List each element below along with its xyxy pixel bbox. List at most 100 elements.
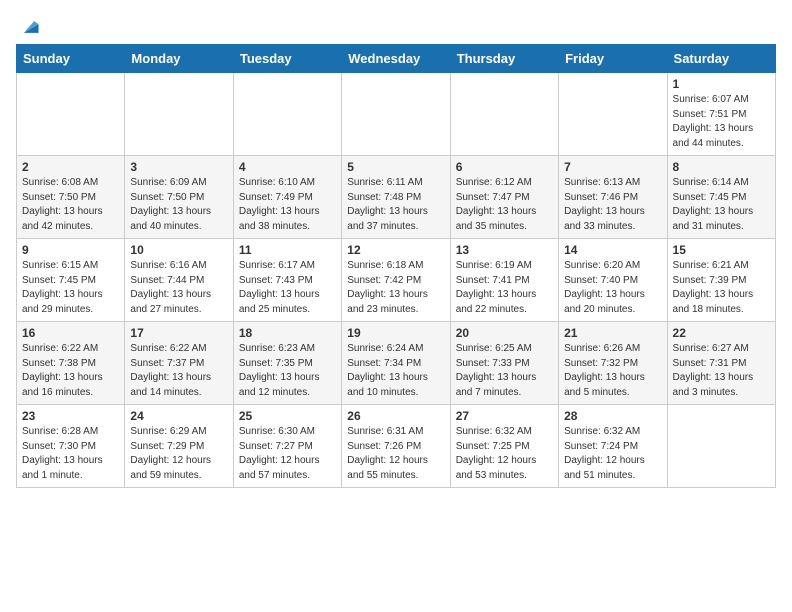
day-info: Sunrise: 6:31 AM Sunset: 7:26 PM Dayligh…: [347, 425, 444, 483]
day-info: Sunrise: 6:15 AM Sunset: 7:45 PM Dayligh…: [22, 259, 119, 317]
calendar-table: SundayMondayTuesdayWednesdayThursdayFrid…: [16, 44, 776, 488]
day-info: Sunrise: 6:10 AM Sunset: 7:49 PM Dayligh…: [239, 176, 336, 234]
day-number: 18: [239, 326, 336, 340]
calendar-cell: 21 Sunrise: 6:26 AM Sunset: 7:32 PM Dayli…: [559, 322, 667, 405]
day-number: 19: [347, 326, 444, 340]
calendar-cell: 15Sunrise: 6:21 AM Sunset: 7:39 PM Dayli…: [667, 239, 775, 322]
calendar-cell: 2 Sunrise: 6:08 AM Sunset: 7:50 PM Daylig…: [17, 156, 125, 239]
calendar-week-row: 2 Sunrise: 6:08 AM Sunset: 7:50 PM Daylig…: [17, 156, 776, 239]
calendar-cell: 12 Sunrise: 6:18 AM Sunset: 7:42 PM Dayli…: [342, 239, 450, 322]
day-number: 23: [22, 409, 119, 423]
day-number: 3: [130, 160, 227, 174]
day-number: 7: [564, 160, 661, 174]
day-number: 22: [673, 326, 770, 340]
day-info: Sunrise: 6:20 AM Sunset: 7:40 PM Dayligh…: [564, 259, 661, 317]
day-number: 14: [564, 243, 661, 257]
day-info: Sunrise: 6:29 AM Sunset: 7:29 PM Dayligh…: [130, 425, 227, 483]
page-header: [16, 16, 776, 34]
calendar-cell: 5 Sunrise: 6:11 AM Sunset: 7:48 PM Daylig…: [342, 156, 450, 239]
day-info: Sunrise: 6:09 AM Sunset: 7:50 PM Dayligh…: [130, 176, 227, 234]
calendar-cell: [17, 73, 125, 156]
day-number: 21: [564, 326, 661, 340]
day-number: 6: [456, 160, 553, 174]
logo: [16, 16, 40, 34]
day-info: Sunrise: 6:14 AM Sunset: 7:45 PM Dayligh…: [673, 176, 770, 234]
day-number: 16: [22, 326, 119, 340]
day-number: 2: [22, 160, 119, 174]
calendar-cell: [342, 73, 450, 156]
calendar-week-row: 1 Sunrise: 6:07 AM Sunset: 7:51 PM Daylig…: [17, 73, 776, 156]
calendar-cell: [450, 73, 558, 156]
calendar-cell: 10 Sunrise: 6:16 AM Sunset: 7:44 PM Dayli…: [125, 239, 233, 322]
day-info: Sunrise: 6:22 AM Sunset: 7:37 PM Dayligh…: [130, 342, 227, 400]
calendar-cell: 17 Sunrise: 6:22 AM Sunset: 7:37 PM Dayli…: [125, 322, 233, 405]
day-info: Sunrise: 6:28 AM Sunset: 7:30 PM Dayligh…: [22, 425, 119, 483]
calendar-cell: 11Sunrise: 6:17 AM Sunset: 7:43 PM Dayli…: [233, 239, 341, 322]
calendar-cell: 13 Sunrise: 6:19 AM Sunset: 7:41 PM Dayli…: [450, 239, 558, 322]
day-info: Sunrise: 6:17 AM Sunset: 7:43 PM Dayligh…: [239, 259, 336, 317]
calendar-cell: 27Sunrise: 6:32 AM Sunset: 7:25 PM Dayli…: [450, 405, 558, 488]
day-number: 28: [564, 409, 661, 423]
calendar-week-row: 9 Sunrise: 6:15 AM Sunset: 7:45 PM Daylig…: [17, 239, 776, 322]
calendar-cell: [125, 73, 233, 156]
calendar-cell: 28 Sunrise: 6:32 AM Sunset: 7:24 PM Dayli…: [559, 405, 667, 488]
calendar-header-monday: Monday: [125, 45, 233, 73]
day-info: Sunrise: 6:08 AM Sunset: 7:50 PM Dayligh…: [22, 176, 119, 234]
day-info: Sunrise: 6:32 AM Sunset: 7:24 PM Dayligh…: [564, 425, 661, 483]
calendar-cell: 9 Sunrise: 6:15 AM Sunset: 7:45 PM Daylig…: [17, 239, 125, 322]
calendar-cell: 6 Sunrise: 6:12 AM Sunset: 7:47 PM Daylig…: [450, 156, 558, 239]
day-number: 5: [347, 160, 444, 174]
calendar-header-thursday: Thursday: [450, 45, 558, 73]
day-number: 9: [22, 243, 119, 257]
calendar-cell: 16Sunrise: 6:22 AM Sunset: 7:38 PM Dayli…: [17, 322, 125, 405]
day-info: Sunrise: 6:07 AM Sunset: 7:51 PM Dayligh…: [673, 93, 770, 151]
calendar-cell: 19 Sunrise: 6:24 AM Sunset: 7:34 PM Dayli…: [342, 322, 450, 405]
calendar-cell: [667, 405, 775, 488]
day-info: Sunrise: 6:25 AM Sunset: 7:33 PM Dayligh…: [456, 342, 553, 400]
calendar-cell: 4 Sunrise: 6:10 AM Sunset: 7:49 PM Daylig…: [233, 156, 341, 239]
day-info: Sunrise: 6:32 AM Sunset: 7:25 PM Dayligh…: [456, 425, 553, 483]
calendar-cell: [559, 73, 667, 156]
day-number: 8: [673, 160, 770, 174]
day-number: 1: [673, 77, 770, 91]
day-number: 4: [239, 160, 336, 174]
day-info: Sunrise: 6:26 AM Sunset: 7:32 PM Dayligh…: [564, 342, 661, 400]
calendar-cell: 20 Sunrise: 6:25 AM Sunset: 7:33 PM Dayli…: [450, 322, 558, 405]
calendar-cell: 24 Sunrise: 6:29 AM Sunset: 7:29 PM Dayli…: [125, 405, 233, 488]
day-info: Sunrise: 6:19 AM Sunset: 7:41 PM Dayligh…: [456, 259, 553, 317]
day-info: Sunrise: 6:16 AM Sunset: 7:44 PM Dayligh…: [130, 259, 227, 317]
calendar-header-friday: Friday: [559, 45, 667, 73]
day-info: Sunrise: 6:21 AM Sunset: 7:39 PM Dayligh…: [673, 259, 770, 317]
calendar-cell: 23 Sunrise: 6:28 AM Sunset: 7:30 PM Dayli…: [17, 405, 125, 488]
day-number: 26: [347, 409, 444, 423]
day-info: Sunrise: 6:11 AM Sunset: 7:48 PM Dayligh…: [347, 176, 444, 234]
calendar-cell: 8 Sunrise: 6:14 AM Sunset: 7:45 PM Daylig…: [667, 156, 775, 239]
calendar-cell: 3 Sunrise: 6:09 AM Sunset: 7:50 PM Daylig…: [125, 156, 233, 239]
calendar-cell: 7 Sunrise: 6:13 AM Sunset: 7:46 PM Daylig…: [559, 156, 667, 239]
day-info: Sunrise: 6:13 AM Sunset: 7:46 PM Dayligh…: [564, 176, 661, 234]
day-info: Sunrise: 6:12 AM Sunset: 7:47 PM Dayligh…: [456, 176, 553, 234]
calendar-cell: 18 Sunrise: 6:23 AM Sunset: 7:35 PM Dayli…: [233, 322, 341, 405]
day-info: Sunrise: 6:18 AM Sunset: 7:42 PM Dayligh…: [347, 259, 444, 317]
day-number: 12: [347, 243, 444, 257]
calendar-header-saturday: Saturday: [667, 45, 775, 73]
day-number: 17: [130, 326, 227, 340]
day-number: 13: [456, 243, 553, 257]
calendar-cell: 22Sunrise: 6:27 AM Sunset: 7:31 PM Dayli…: [667, 322, 775, 405]
calendar-header-tuesday: Tuesday: [233, 45, 341, 73]
calendar-cell: 1 Sunrise: 6:07 AM Sunset: 7:51 PM Daylig…: [667, 73, 775, 156]
calendar-header-sunday: Sunday: [17, 45, 125, 73]
day-number: 24: [130, 409, 227, 423]
calendar-cell: 14 Sunrise: 6:20 AM Sunset: 7:40 PM Dayli…: [559, 239, 667, 322]
day-number: 10: [130, 243, 227, 257]
day-info: Sunrise: 6:30 AM Sunset: 7:27 PM Dayligh…: [239, 425, 336, 483]
day-number: 20: [456, 326, 553, 340]
calendar-cell: 25 Sunrise: 6:30 AM Sunset: 7:27 PM Dayli…: [233, 405, 341, 488]
day-number: 25: [239, 409, 336, 423]
calendar-week-row: 16Sunrise: 6:22 AM Sunset: 7:38 PM Dayli…: [17, 322, 776, 405]
day-info: Sunrise: 6:24 AM Sunset: 7:34 PM Dayligh…: [347, 342, 444, 400]
day-info: Sunrise: 6:23 AM Sunset: 7:35 PM Dayligh…: [239, 342, 336, 400]
logo-icon: [18, 16, 40, 38]
calendar-header-wednesday: Wednesday: [342, 45, 450, 73]
calendar-cell: 26 Sunrise: 6:31 AM Sunset: 7:26 PM Dayli…: [342, 405, 450, 488]
